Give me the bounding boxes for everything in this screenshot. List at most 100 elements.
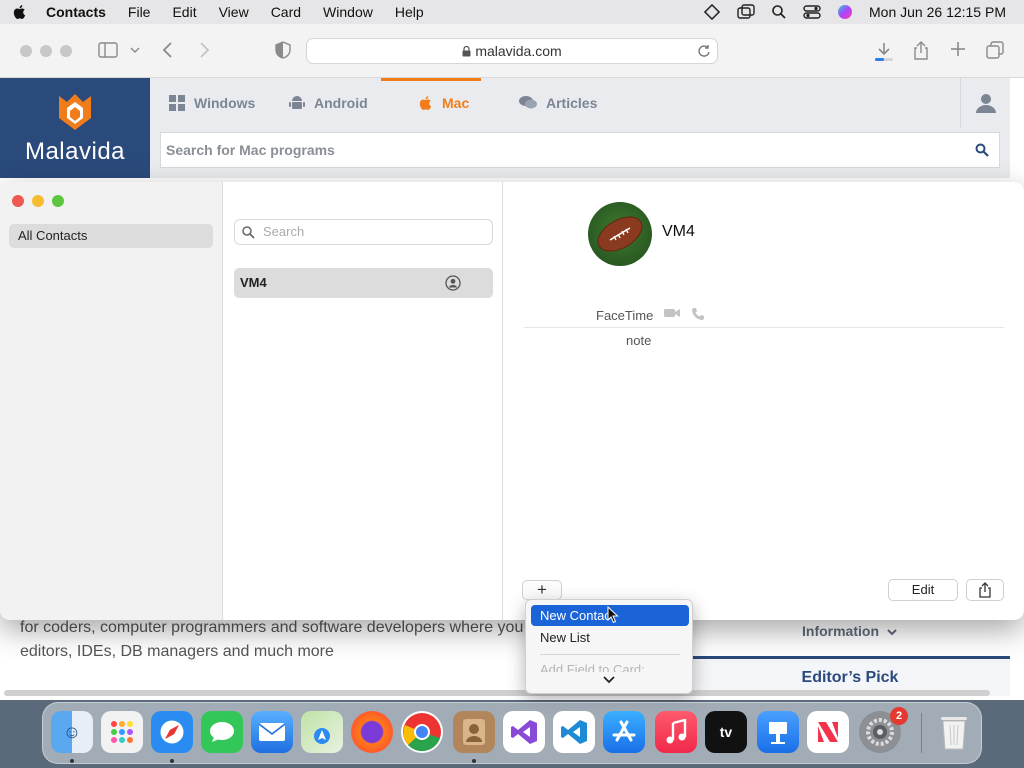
safari-icon[interactable]: [151, 711, 193, 753]
search-icon[interactable]: [771, 4, 787, 20]
user-account-button[interactable]: [960, 78, 1010, 128]
search-placeholder: Search: [263, 224, 305, 239]
menu-edit[interactable]: Edit: [172, 4, 196, 20]
dock: ☺ tv 2: [42, 702, 982, 764]
visual-studio-icon[interactable]: [503, 711, 545, 753]
site-search-placeholder: Search for Mac programs: [166, 142, 335, 158]
menu-view[interactable]: View: [219, 4, 249, 20]
menu-card[interactable]: Card: [271, 4, 301, 20]
running-indicator: [472, 759, 476, 763]
contacts-search-input[interactable]: Search: [234, 219, 493, 245]
logo-text: Malavida: [24, 138, 126, 165]
finder-icon[interactable]: ☺: [51, 711, 93, 753]
edit-button[interactable]: Edit: [888, 579, 958, 601]
sidebar-toggle-icon[interactable]: [98, 41, 120, 59]
menu-item-add-field: Add Field to Card:: [540, 662, 645, 672]
mouse-cursor-icon: [607, 606, 619, 624]
site-body-text: for coders, computer programmers and sof…: [20, 616, 523, 664]
note-label: note: [626, 333, 652, 348]
address-bar[interactable]: malavida.com: [306, 38, 718, 64]
site-search-input[interactable]: Search for Mac programs: [160, 132, 1000, 168]
chevron-down-icon: [887, 629, 897, 636]
football-image: [597, 216, 643, 252]
new-tab-icon[interactable]: [950, 41, 966, 57]
reload-icon[interactable]: [697, 43, 711, 59]
avatar[interactable]: [588, 202, 652, 266]
firefox-icon[interactable]: [351, 711, 393, 753]
list-item[interactable]: VM4: [234, 268, 493, 298]
nav-windows[interactable]: Windows: [168, 94, 255, 112]
minimize-button[interactable]: [32, 195, 44, 207]
nav-mac[interactable]: Mac: [418, 94, 469, 112]
chrome-icon[interactable]: [401, 711, 443, 753]
zoom-button[interactable]: [60, 45, 72, 57]
body-line-2: editors, IDEs, DB managers and much more: [20, 643, 334, 660]
keynote-icon[interactable]: [757, 711, 799, 753]
app-menu[interactable]: Contacts: [46, 4, 106, 20]
user-icon: [975, 94, 996, 113]
diamond-icon[interactable]: [703, 3, 721, 21]
horizontal-scrollbar[interactable]: [4, 690, 990, 696]
chevron-down-icon[interactable]: [130, 46, 140, 54]
safari-toolbar: malavida.com: [0, 24, 1024, 78]
menu-help[interactable]: Help: [395, 4, 424, 20]
zoom-button[interactable]: [52, 195, 64, 207]
person-circle-icon: [445, 275, 461, 291]
close-button[interactable]: [20, 45, 32, 57]
windows-overlap-icon[interactable]: [737, 4, 755, 20]
dock-separator: [921, 713, 922, 753]
share-icon: [979, 582, 991, 598]
running-indicator: [70, 759, 74, 763]
launchpad-icon[interactable]: [101, 711, 143, 753]
nav-android-label: Android: [314, 95, 368, 111]
search-icon[interactable]: [975, 143, 989, 157]
sidebar-item-all-contacts[interactable]: All Contacts: [9, 224, 213, 248]
contact-row-name: VM4: [240, 275, 267, 290]
lock-icon: [462, 46, 471, 57]
menu-window[interactable]: Window: [323, 4, 373, 20]
nav-windows-label: Windows: [194, 95, 256, 111]
music-icon[interactable]: [655, 711, 697, 753]
maps-icon[interactable]: [301, 711, 343, 753]
windows-icon: [169, 95, 185, 111]
menu-item-new-list[interactable]: New List: [531, 627, 689, 648]
scroll-down-arrow-icon[interactable]: [603, 676, 615, 684]
apple-icon: [419, 96, 432, 111]
vscode-icon[interactable]: [553, 711, 595, 753]
minimize-button[interactable]: [40, 45, 52, 57]
facetime-label: FaceTime: [596, 308, 654, 323]
information-dropdown[interactable]: Information: [802, 623, 897, 639]
back-icon[interactable]: [162, 41, 174, 59]
add-button[interactable]: +: [522, 580, 562, 600]
video-call-icon[interactable]: [663, 307, 681, 319]
clock[interactable]: Mon Jun 26 12:15 PM: [869, 4, 1006, 20]
apple-tv-icon[interactable]: tv: [705, 711, 747, 753]
nav-mac-label: Mac: [442, 95, 470, 111]
trash-icon[interactable]: [933, 711, 975, 753]
site-nav: Windows Android Mac Articles Search for …: [150, 78, 1010, 178]
android-icon: [289, 96, 305, 109]
menu-separator: [540, 654, 680, 655]
messages-icon[interactable]: [201, 711, 243, 753]
downloads-icon[interactable]: [874, 41, 894, 63]
nav-android[interactable]: Android: [288, 94, 368, 112]
forward-icon[interactable]: [198, 41, 210, 59]
control-center-icon[interactable]: [803, 4, 821, 20]
menu-file[interactable]: File: [128, 4, 151, 20]
contacts-app-icon[interactable]: [453, 711, 495, 753]
share-button[interactable]: [966, 579, 1004, 601]
mail-icon[interactable]: [251, 711, 293, 753]
apple-menu-icon[interactable]: [12, 4, 28, 20]
phone-icon[interactable]: [691, 307, 705, 321]
active-tab-indicator: [381, 78, 481, 81]
tab-overview-icon[interactable]: [986, 41, 1004, 59]
divider: [524, 327, 1004, 328]
share-icon[interactable]: [912, 41, 930, 61]
app-store-icon[interactable]: [603, 711, 645, 753]
site-logo[interactable]: Malavida: [0, 78, 150, 178]
news-icon[interactable]: [807, 711, 849, 753]
close-button[interactable]: [12, 195, 24, 207]
privacy-shield-icon[interactable]: [275, 41, 291, 59]
siri-icon[interactable]: [837, 4, 853, 20]
nav-articles[interactable]: Articles: [518, 94, 597, 112]
